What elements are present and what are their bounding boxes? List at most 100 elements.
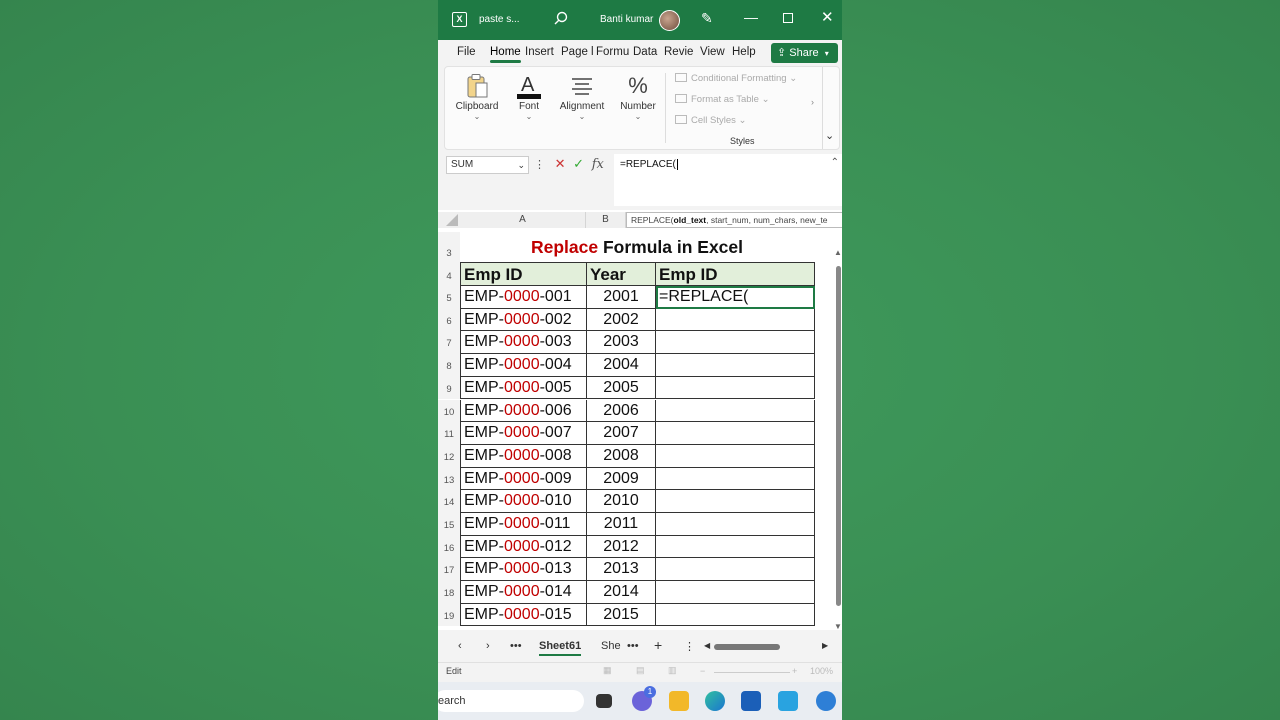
font-group[interactable]: A Font ⌄ bbox=[509, 71, 549, 121]
scroll-down-icon[interactable]: ▼ bbox=[834, 622, 842, 631]
more-icon[interactable]: ⋮ bbox=[534, 159, 545, 171]
enter-icon[interactable]: ✓ bbox=[573, 156, 584, 171]
result-cell[interactable] bbox=[656, 535, 815, 559]
row-header[interactable]: 18 bbox=[438, 581, 460, 604]
chevron-up-icon[interactable]: ⌃ bbox=[831, 157, 839, 168]
file-explorer-icon[interactable] bbox=[669, 691, 689, 711]
sheet-tab-next[interactable]: She bbox=[601, 640, 621, 652]
add-sheet-icon[interactable]: + bbox=[654, 637, 662, 653]
result-cell[interactable] bbox=[656, 422, 815, 445]
tab-formulas[interactable]: Formu bbox=[596, 46, 629, 58]
cell-styles-button[interactable]: Cell Styles ⌄ bbox=[675, 115, 746, 126]
format-as-table-button[interactable]: Format as Table ⌄ bbox=[675, 94, 770, 105]
name-box[interactable]: SUM ⌄ bbox=[446, 156, 529, 174]
number-group[interactable]: % Number ⌄ bbox=[616, 71, 660, 121]
result-cell[interactable] bbox=[656, 490, 815, 513]
result-cell[interactable] bbox=[656, 331, 815, 355]
page-layout-icon[interactable]: ▤ bbox=[636, 665, 645, 676]
row-header[interactable]: 4 bbox=[438, 262, 460, 286]
minimize-button[interactable]: — bbox=[744, 9, 758, 25]
emp-id-cell[interactable]: EMP-0000-012 bbox=[460, 535, 587, 559]
year-cell[interactable]: 2002 bbox=[587, 308, 656, 332]
row-header[interactable]: 10 bbox=[438, 399, 460, 423]
emp-id-cell[interactable]: EMP-0000-003 bbox=[460, 331, 587, 355]
formula-input[interactable]: =REPLACE( ⌃ bbox=[614, 154, 842, 206]
result-cell[interactable] bbox=[656, 558, 815, 582]
emp-id-cell[interactable]: EMP-0000-001 bbox=[460, 286, 587, 309]
clipboard-group[interactable]: Clipboard ⌄ bbox=[449, 71, 505, 121]
year-cell[interactable]: 2004 bbox=[587, 354, 656, 377]
row-header[interactable]: 9 bbox=[438, 376, 460, 400]
emp-id-cell[interactable]: EMP-0000-015 bbox=[460, 603, 587, 627]
edge-icon[interactable] bbox=[705, 691, 725, 711]
pen-icon[interactable]: ✎ bbox=[701, 10, 713, 27]
active-cell[interactable]: =REPLACE( bbox=[656, 286, 815, 309]
emp-id-cell[interactable]: EMP-0000-014 bbox=[460, 581, 587, 604]
cancel-icon[interactable]: ✕ bbox=[555, 156, 566, 171]
more-icon[interactable]: ••• bbox=[627, 640, 639, 652]
tab-home[interactable]: Home bbox=[490, 46, 521, 63]
next-sheet-icon[interactable]: › bbox=[486, 640, 490, 652]
row-header[interactable]: 8 bbox=[438, 354, 460, 377]
prev-sheet-icon[interactable]: ‹ bbox=[458, 640, 462, 652]
year-cell[interactable]: 2011 bbox=[587, 513, 656, 536]
header-emp-id[interactable]: Emp ID bbox=[460, 262, 587, 286]
row-header[interactable]: 17 bbox=[438, 558, 460, 582]
result-cell[interactable] bbox=[656, 444, 815, 468]
year-cell[interactable]: 2009 bbox=[587, 467, 656, 491]
zoom-slider[interactable] bbox=[714, 672, 790, 673]
tab-view[interactable]: View bbox=[700, 46, 725, 58]
page-break-icon[interactable]: ▥ bbox=[668, 665, 677, 676]
row-header[interactable]: 14 bbox=[438, 490, 460, 513]
row-header[interactable]: 12 bbox=[438, 444, 460, 468]
result-cell[interactable] bbox=[656, 581, 815, 604]
year-cell[interactable]: 2006 bbox=[587, 399, 656, 423]
task-view-icon[interactable] bbox=[596, 694, 612, 708]
year-cell[interactable]: 2012 bbox=[587, 535, 656, 559]
year-cell[interactable]: 2015 bbox=[587, 603, 656, 627]
tab-insert[interactable]: Insert bbox=[525, 46, 554, 58]
year-cell[interactable]: 2014 bbox=[587, 581, 656, 604]
result-cell[interactable] bbox=[656, 603, 815, 627]
sheet-tab-active[interactable]: Sheet61 bbox=[539, 640, 582, 656]
header-year[interactable]: Year bbox=[587, 262, 656, 286]
row-header[interactable]: 6 bbox=[438, 308, 460, 332]
vertical-scrollbar[interactable] bbox=[836, 266, 841, 606]
emp-id-cell[interactable]: EMP-0000-002 bbox=[460, 308, 587, 332]
year-cell[interactable]: 2005 bbox=[587, 376, 656, 400]
alignment-group[interactable]: Alignment ⌄ bbox=[556, 71, 608, 121]
document-title[interactable]: paste s... bbox=[479, 14, 520, 25]
emp-id-cell[interactable]: EMP-0000-004 bbox=[460, 354, 587, 377]
more-vertical-icon[interactable]: ⋮ bbox=[684, 640, 695, 653]
emp-id-cell[interactable]: EMP-0000-008 bbox=[460, 444, 587, 468]
emp-id-cell[interactable]: EMP-0000-011 bbox=[460, 513, 587, 536]
avatar[interactable] bbox=[659, 10, 680, 31]
year-cell[interactable]: 2001 bbox=[587, 286, 656, 309]
column-header-a[interactable]: A bbox=[460, 212, 586, 228]
scroll-left-icon[interactable]: ◀ bbox=[704, 641, 710, 650]
help-icon[interactable] bbox=[816, 691, 836, 711]
share-button[interactable]: ⇪ Share ▾ bbox=[771, 43, 838, 63]
row-header[interactable]: 19 bbox=[438, 603, 460, 627]
row-header[interactable]: 3 bbox=[438, 232, 460, 262]
column-header-b[interactable]: B bbox=[586, 212, 626, 228]
emp-id-cell[interactable]: EMP-0000-013 bbox=[460, 558, 587, 582]
row-header[interactable]: 15 bbox=[438, 513, 460, 536]
row-header[interactable]: 16 bbox=[438, 535, 460, 559]
year-cell[interactable]: 2013 bbox=[587, 558, 656, 582]
zoom-in-icon[interactable]: + bbox=[792, 666, 797, 676]
tab-page-layout[interactable]: Page l bbox=[561, 46, 594, 58]
close-button[interactable]: ✕ bbox=[821, 8, 834, 26]
emp-id-cell[interactable]: EMP-0000-006 bbox=[460, 399, 587, 423]
year-cell[interactable]: 2010 bbox=[587, 490, 656, 513]
app-icon[interactable] bbox=[778, 691, 798, 711]
store-icon[interactable] bbox=[741, 691, 761, 711]
result-cell[interactable] bbox=[656, 308, 815, 332]
row-header[interactable]: 11 bbox=[438, 422, 460, 445]
insert-function-icon[interactable]: fx bbox=[592, 157, 604, 172]
row-header[interactable]: 7 bbox=[438, 331, 460, 355]
sheet-title[interactable]: Replace Formula in Excel bbox=[460, 232, 814, 262]
zoom-level[interactable]: 100% bbox=[810, 666, 833, 676]
tab-review[interactable]: Revie bbox=[664, 46, 693, 58]
row-header[interactable]: 13 bbox=[438, 467, 460, 491]
